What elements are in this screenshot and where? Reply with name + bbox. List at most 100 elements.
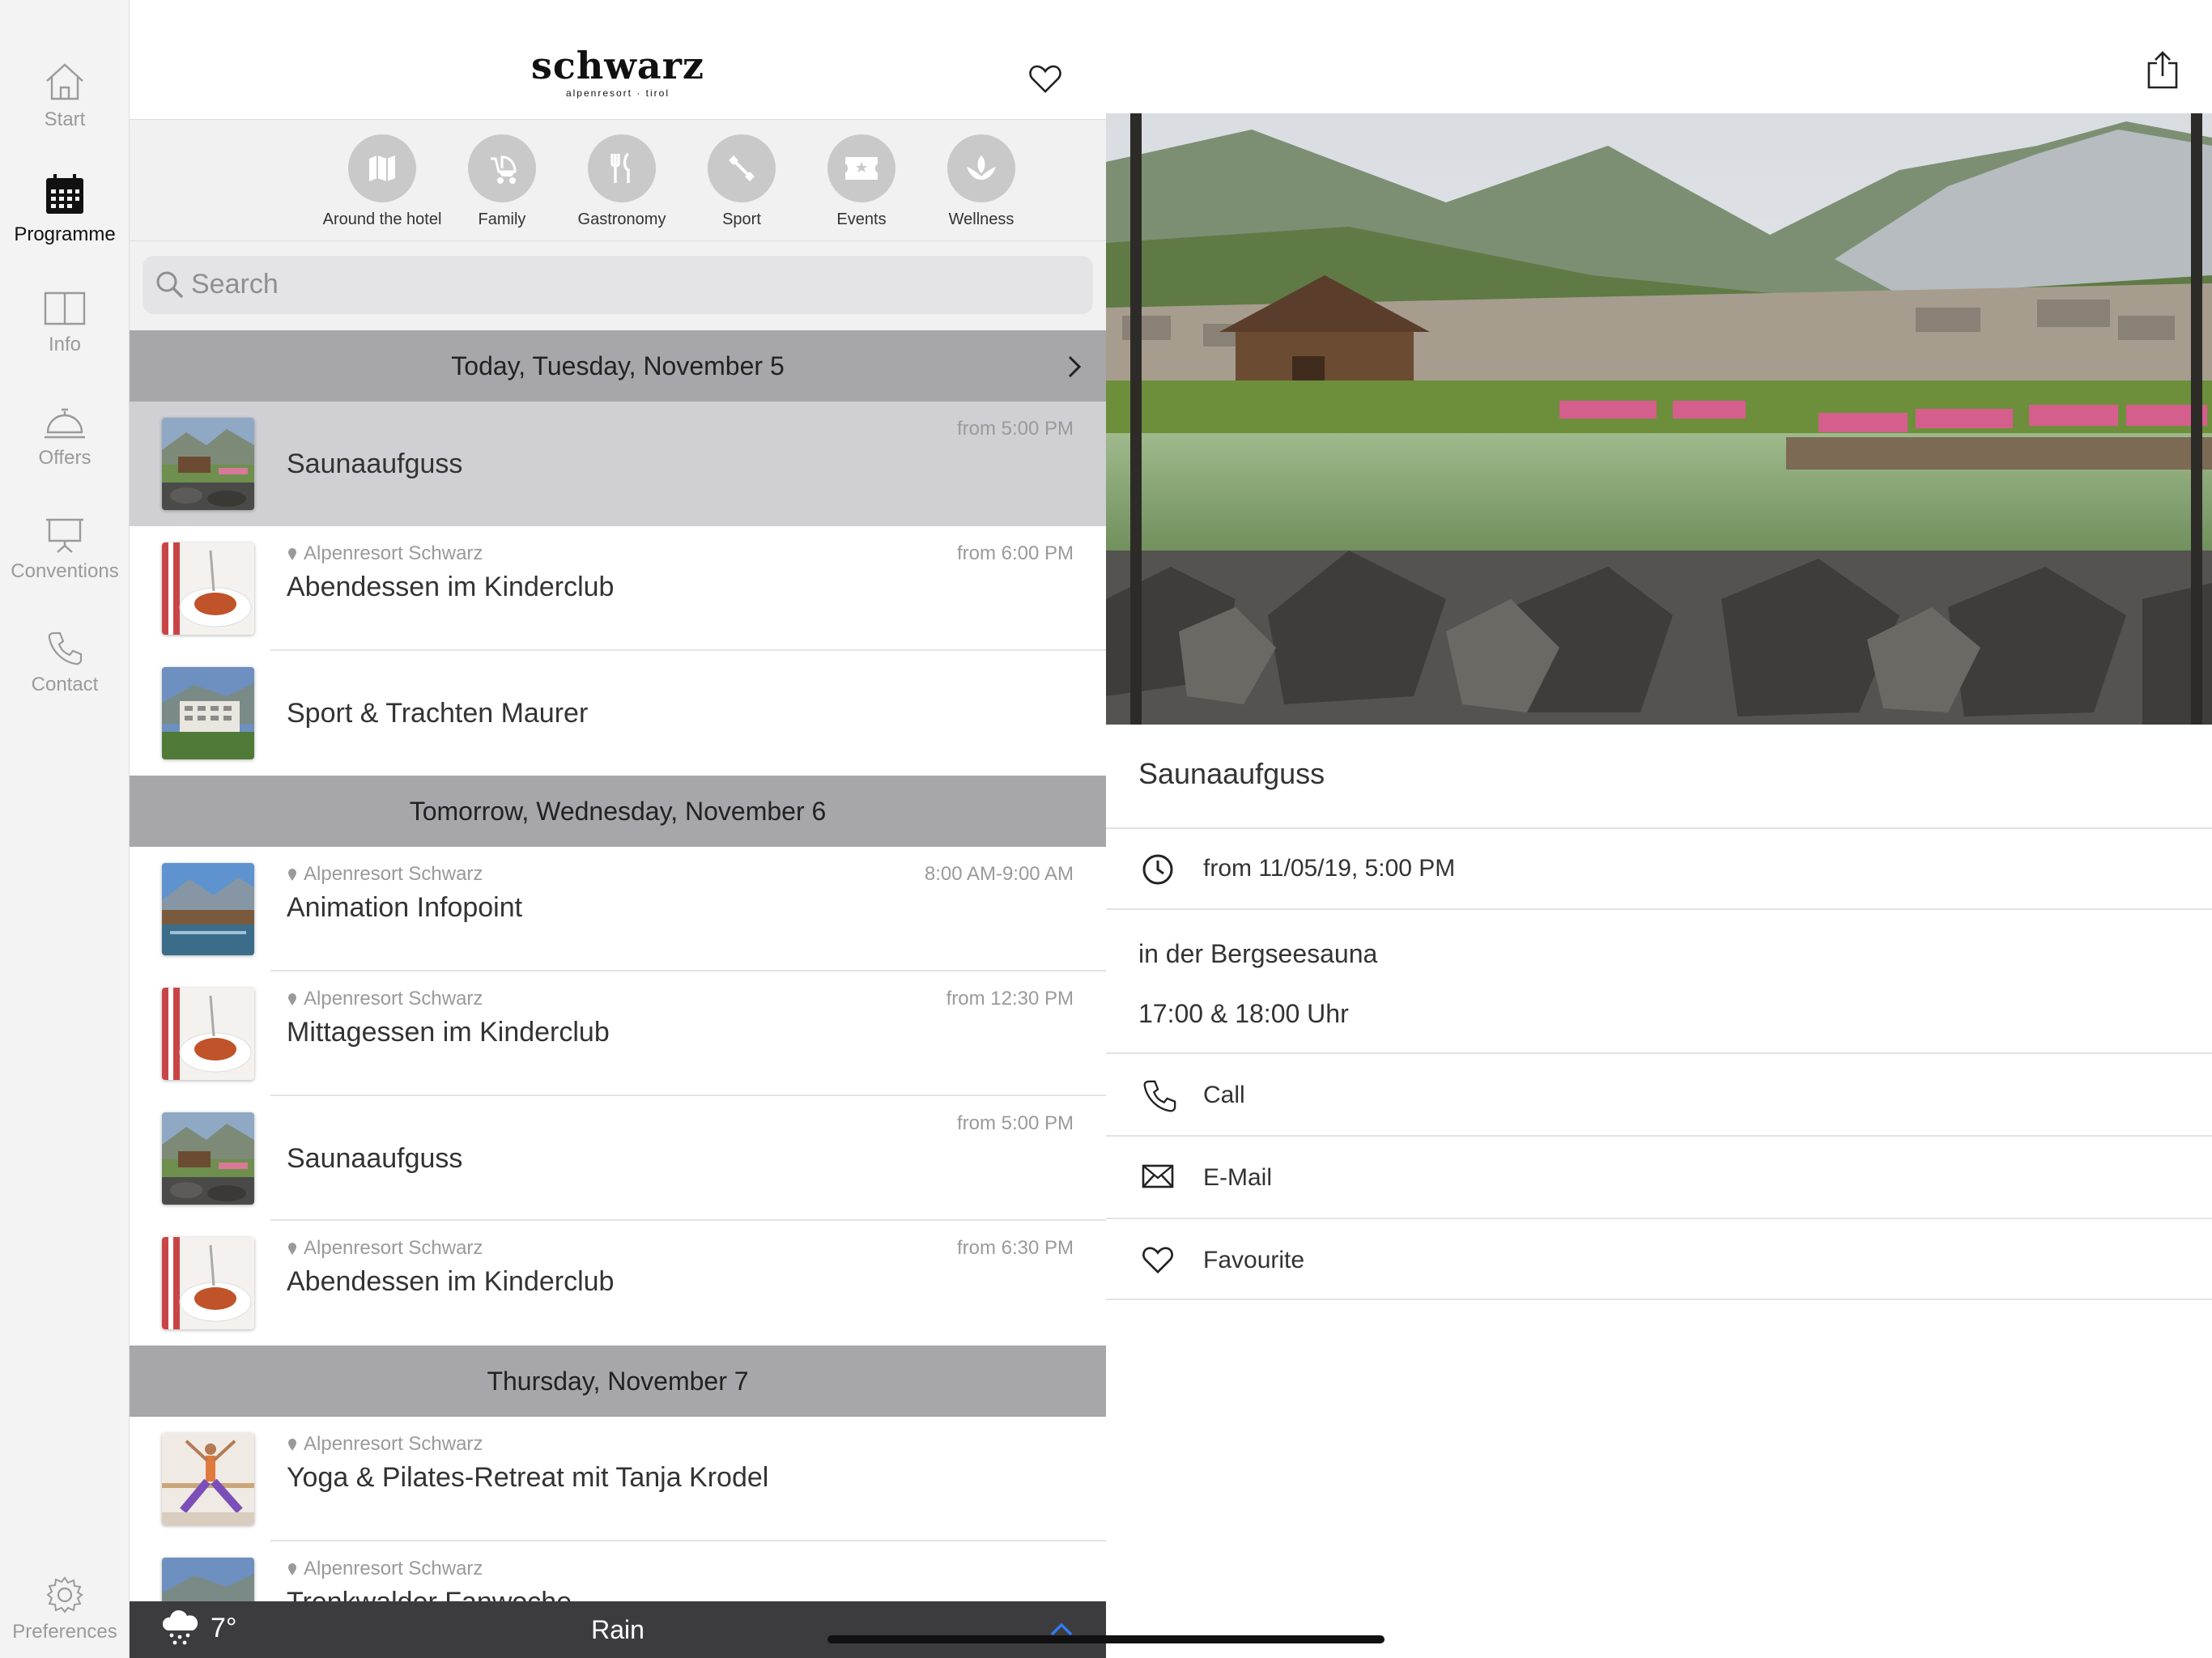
search-placeholder: Search — [191, 269, 279, 300]
email-button[interactable]: E-Mail — [1106, 1137, 2212, 1218]
book-icon — [44, 291, 86, 325]
day-header-today[interactable]: Today, Tuesday, November 5 — [130, 330, 1106, 402]
event-thumbnail — [162, 863, 254, 955]
share-icon[interactable] — [2146, 50, 2180, 91]
event-detail-pane: Saunaaufguss from 11/05/19, 5:00 PM in d… — [1106, 0, 2212, 1658]
nav-label-offers: Offers — [38, 447, 91, 469]
category-events[interactable]: Events — [797, 134, 926, 229]
nav-item-preferences[interactable]: Preferences — [0, 1575, 130, 1643]
ticket-icon — [845, 157, 878, 180]
event-time: 8:00 AM-9:00 AM — [924, 863, 1074, 885]
detail-toolbar — [1106, 0, 2212, 113]
location-pin-icon — [288, 1439, 296, 1451]
favourite-label: Favourite — [1203, 1247, 1305, 1273]
event-location: Alpenresort Schwarz — [287, 1433, 483, 1456]
nav-item-offers[interactable]: Offers — [0, 405, 130, 470]
nav-label-programme: Programme — [14, 223, 116, 245]
bell-icon — [45, 408, 85, 439]
event-thumbnail — [162, 1112, 254, 1205]
phone-icon — [1143, 1080, 1176, 1112]
category-label: Around the hotel — [322, 210, 442, 228]
stroller-icon — [491, 155, 517, 184]
weather-bar[interactable]: 7° Rain — [130, 1601, 1106, 1658]
detail-description-line: in der Bergseesauna — [1138, 939, 1378, 968]
event-thumbnail — [162, 667, 254, 759]
nav-item-contact[interactable]: Contact — [0, 630, 130, 696]
search-input[interactable]: Search — [143, 256, 1093, 314]
event-row[interactable]: Alpenresort Schwarz Mittagessen im Kinde… — [130, 971, 1106, 1096]
category-gastronomy[interactable]: Gastronomy — [557, 134, 687, 229]
event-location: Alpenresort Schwarz — [287, 1558, 483, 1580]
programme-list-pane: schwarz alpenresort · tirol Around the h… — [130, 0, 1106, 1658]
detail-datetime: from 11/05/19, 5:00 PM — [1203, 855, 1456, 882]
category-wellness[interactable]: Wellness — [917, 134, 1046, 229]
nav-label-info: Info — [48, 334, 82, 355]
event-row[interactable]: Sport & Trachten Maurer — [130, 651, 1106, 776]
day-header-tomorrow[interactable]: Tomorrow, Wednesday, November 6 — [130, 776, 1106, 847]
event-title: Mittagessen im Kinderclub — [287, 1017, 610, 1048]
category-sport[interactable]: Sport — [677, 134, 806, 229]
category-around-hotel[interactable]: Around the hotel — [317, 134, 447, 229]
event-thumbnail — [162, 542, 254, 635]
lotus-icon — [967, 155, 996, 180]
category-bar: Around the hotel Family Gastronomy Sport… — [130, 120, 1106, 241]
event-row[interactable]: Alpenresort Schwarz Animation Infopoint … — [130, 847, 1106, 971]
detail-description-line: 17:00 & 18:00 Uhr — [1138, 999, 1349, 1028]
category-family[interactable]: Family — [437, 134, 567, 229]
event-title: Animation Infopoint — [287, 892, 523, 923]
brand-name: schwarz — [530, 44, 705, 87]
divider — [1106, 908, 2212, 910]
presentation-icon — [46, 518, 83, 553]
day-label: Tomorrow, Wednesday, November 6 — [409, 797, 827, 826]
nav-item-info[interactable]: Info — [0, 290, 130, 356]
location-pin-icon — [288, 869, 296, 881]
event-hero-image — [1106, 113, 2212, 725]
day-header-thursday[interactable]: Thursday, November 7 — [130, 1346, 1106, 1417]
event-thumbnail — [162, 418, 254, 510]
chevron-right-icon[interactable] — [1067, 355, 1082, 379]
location-pin-icon — [288, 1243, 296, 1255]
event-row[interactable]: Saunaaufguss from 5:00 PM — [130, 1096, 1106, 1221]
brand-subtitle: alpenresort · tirol — [565, 87, 670, 99]
nav-label-preferences: Preferences — [12, 1621, 117, 1643]
calendar-icon — [46, 174, 83, 214]
detail-datetime-row: from 11/05/19, 5:00 PM — [1106, 829, 2212, 908]
home-indicator[interactable] — [827, 1635, 1385, 1643]
event-title: Saunaaufguss — [287, 1143, 463, 1174]
event-title: Abendessen im Kinderclub — [287, 1266, 615, 1297]
category-label: Sport — [722, 210, 761, 228]
hotel-logo: schwarz alpenresort · tirol — [130, 47, 1106, 99]
divider — [1106, 1299, 2212, 1300]
email-label: E-Mail — [1203, 1164, 1273, 1191]
event-time: from 6:30 PM — [956, 1237, 1074, 1259]
list-header: schwarz alpenresort · tirol — [130, 0, 1106, 120]
event-thumbnail — [162, 1433, 254, 1525]
favourite-button[interactable]: Favourite — [1106, 1219, 2212, 1300]
gear-icon — [46, 1576, 83, 1613]
category-label: Wellness — [948, 210, 1015, 228]
location-pin-icon — [288, 993, 296, 1005]
nav-label-start: Start — [44, 108, 86, 130]
nav-item-programme[interactable]: Programme — [0, 173, 130, 246]
nav-rail: Start Programme Info Offers Conventions … — [0, 0, 130, 1658]
event-location: Alpenresort Schwarz — [287, 542, 483, 565]
event-row[interactable]: Alpenresort Schwarz Yoga & Pilates-Retre… — [130, 1417, 1106, 1541]
event-thumbnail — [162, 1237, 254, 1329]
nav-item-conventions[interactable]: Conventions — [0, 517, 130, 583]
call-button[interactable]: Call — [1106, 1054, 2212, 1135]
category-label: Events — [836, 210, 887, 228]
event-title: Yoga & Pilates-Retreat mit Tanja Krodel — [287, 1462, 769, 1493]
event-row[interactable]: Alpenresort Schwarz Abendessen im Kinder… — [130, 526, 1106, 651]
event-title: Abendessen im Kinderclub — [287, 572, 615, 602]
event-time: from 12:30 PM — [946, 988, 1074, 1010]
nav-item-start[interactable]: Start — [0, 62, 130, 131]
day-label: Thursday, November 7 — [487, 1367, 749, 1396]
event-location: Alpenresort Schwarz — [287, 1237, 483, 1260]
event-time: from 5:00 PM — [956, 418, 1074, 440]
event-location: Alpenresort Schwarz — [287, 988, 483, 1010]
event-row[interactable]: Saunaaufguss from 5:00 PM — [130, 402, 1106, 526]
event-row[interactable]: Alpenresort Schwarz Abendessen im Kinder… — [130, 1221, 1106, 1346]
cutlery-icon — [610, 152, 630, 183]
favourites-heart-icon[interactable] — [1028, 62, 1062, 96]
day-label: Today, Tuesday, November 5 — [451, 351, 785, 380]
